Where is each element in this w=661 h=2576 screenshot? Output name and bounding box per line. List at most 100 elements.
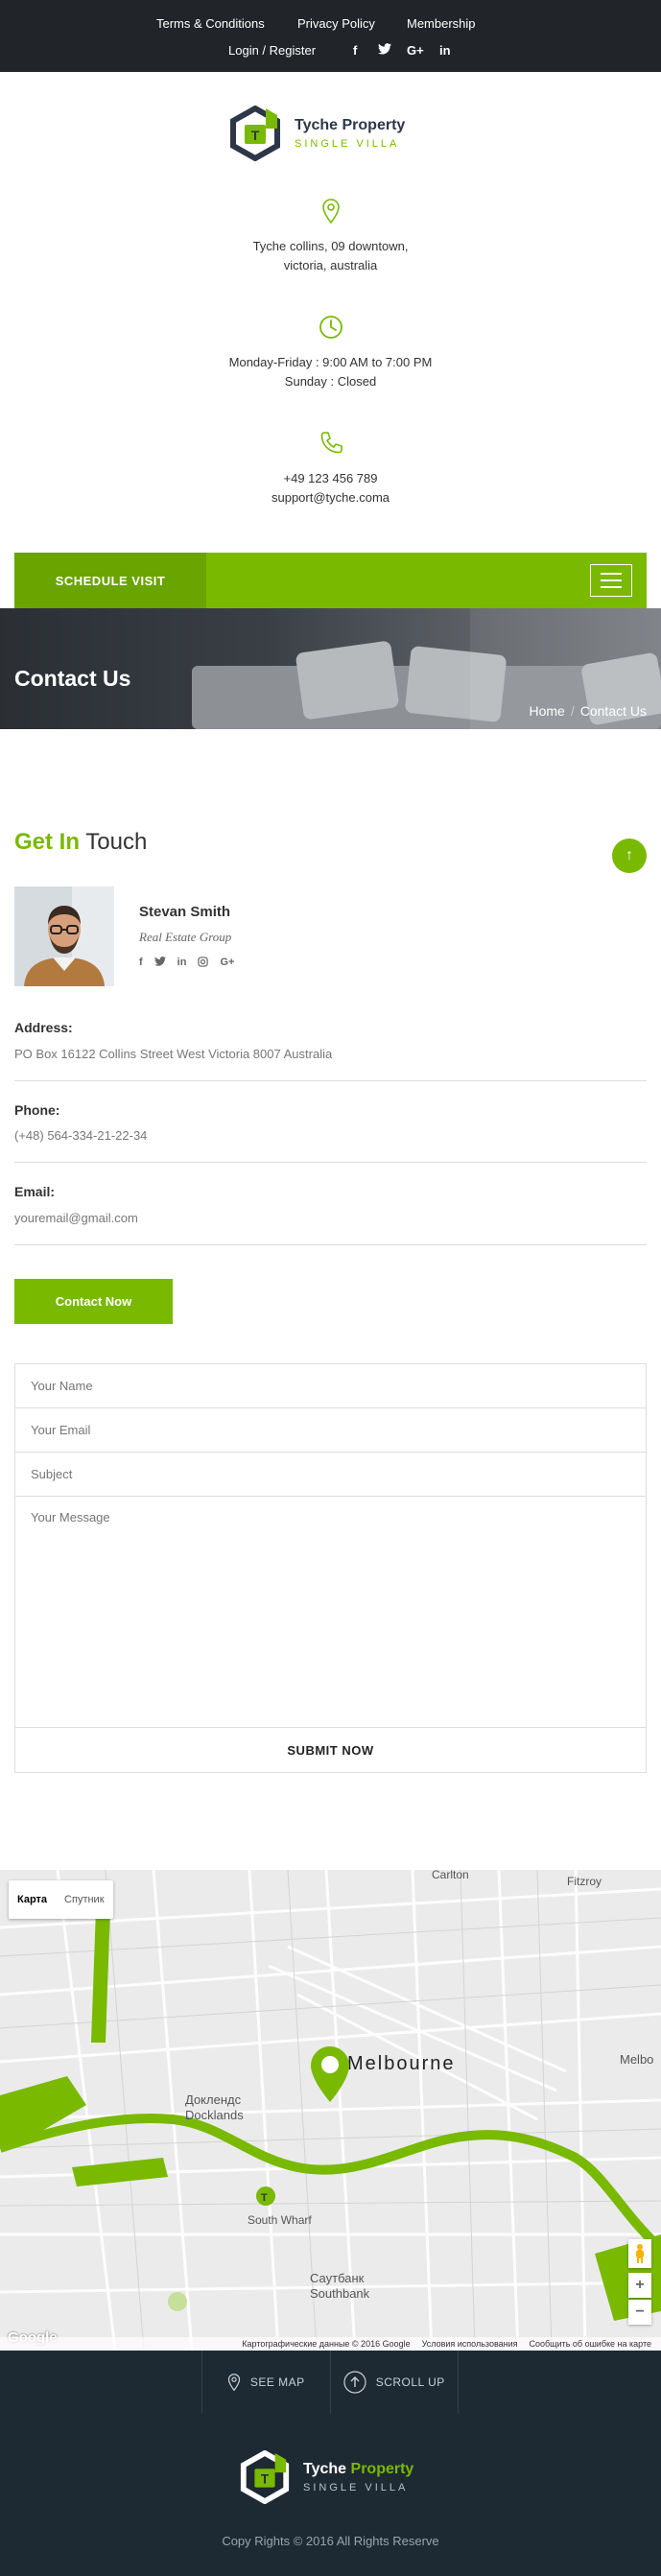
agent-avatar bbox=[14, 886, 114, 986]
scroll-up-button[interactable]: SCROLL UP bbox=[329, 2351, 459, 2414]
scroll-up-label: SCROLL UP bbox=[375, 2375, 445, 2389]
subject-field-wrapper bbox=[15, 1453, 646, 1497]
agent-role: Real Estate Group bbox=[139, 930, 232, 944]
map-tab-satellite[interactable]: Спутник bbox=[56, 1880, 112, 1919]
email-label: Email: bbox=[14, 1184, 56, 1199]
svg-text:T: T bbox=[251, 128, 260, 143]
map-label-melbourne: Melbourne bbox=[347, 2053, 456, 2074]
message-textarea[interactable] bbox=[31, 1510, 646, 1654]
map-label-docklands: Docklands bbox=[185, 2108, 244, 2122]
agent-facebook-icon[interactable]: f bbox=[139, 957, 143, 970]
address-line-2: victoria, australia bbox=[283, 258, 378, 272]
footer-brand-name: Tyche Property bbox=[303, 2461, 414, 2477]
phone-icon bbox=[320, 432, 342, 454]
address-value: PO Box 16122 Collins Street West Victori… bbox=[14, 1047, 333, 1061]
section-title: Get In Touch bbox=[14, 829, 148, 855]
logo-hexagon-icon: T bbox=[240, 2450, 290, 2504]
pillow-image bbox=[295, 640, 400, 721]
top-bar: Terms & Conditions Privacy Policy Member… bbox=[0, 0, 661, 72]
location-pin-icon bbox=[321, 199, 340, 224]
info-email[interactable]: support@tyche.coma bbox=[0, 488, 661, 508]
map-label-melbourne-edge: Melbo bbox=[620, 2052, 654, 2067]
map-label-docklands-ru: Доклендс bbox=[185, 2092, 242, 2107]
brand-tagline: SINGLE VILLA bbox=[295, 138, 400, 150]
submit-button[interactable]: SUBMIT NOW bbox=[15, 1727, 646, 1772]
svg-text:T: T bbox=[261, 2472, 270, 2487]
address-line-1: Tyche collins, 09 downtown, bbox=[252, 239, 409, 253]
location-map[interactable]: T Карта Спутник Carlton Fitzroy Melbourn… bbox=[0, 1870, 661, 2351]
see-map-button[interactable]: SEE MAP bbox=[202, 2351, 330, 2414]
address-block: Tyche collins, 09 downtown, victoria, au… bbox=[0, 199, 661, 275]
divider bbox=[14, 1244, 647, 1245]
map-label-carlton: Carlton bbox=[432, 1870, 469, 1881]
facebook-icon[interactable]: f bbox=[353, 43, 357, 58]
map-data-credit: Картографические данные © 2016 Google bbox=[242, 2339, 411, 2349]
info-phone[interactable]: +49 123 456 789 bbox=[0, 469, 661, 488]
message-field-wrapper bbox=[15, 1497, 646, 1728]
linkedin-icon[interactable]: in bbox=[439, 43, 451, 58]
brand-logo[interactable]: T Tyche Property SINGLE VILLA bbox=[227, 106, 405, 161]
map-label-south-wharf: South Wharf bbox=[248, 2213, 312, 2227]
phone-block: +49 123 456 789 support@tyche.coma bbox=[0, 431, 661, 508]
brand-name: Tyche Property bbox=[295, 117, 406, 133]
breadcrumb-separator: / bbox=[570, 703, 575, 719]
zoom-out-button[interactable]: − bbox=[628, 2300, 651, 2325]
contact-now-button[interactable]: Contact Now bbox=[14, 1279, 173, 1324]
hours-sunday: Sunday : Closed bbox=[284, 374, 377, 389]
clock-icon bbox=[319, 316, 342, 339]
breadcrumb: Home / Contact Us bbox=[530, 703, 648, 719]
agent-name: Stevan Smith bbox=[139, 904, 231, 920]
map-report-link[interactable]: Сообщить об ошибке на карте bbox=[530, 2339, 651, 2349]
footer-nav: SEE MAP SCROLL UP bbox=[201, 2351, 459, 2414]
agent-social-links: f in G+ bbox=[139, 957, 234, 970]
agent-linkedin-icon[interactable]: in bbox=[177, 957, 187, 970]
nav-bar: SCHEDULE VISIT bbox=[14, 553, 647, 608]
email-input[interactable] bbox=[31, 1423, 646, 1437]
schedule-visit-button[interactable]: SCHEDULE VISIT bbox=[14, 553, 206, 608]
hours-block: Monday-Friday : 9:00 AM to 7:00 PM Sunda… bbox=[0, 315, 661, 391]
name-input[interactable] bbox=[31, 1379, 646, 1393]
page-hero: Contact Us Home / Contact Us bbox=[0, 608, 661, 729]
map-type-toggle: Карта Спутник bbox=[9, 1880, 113, 1919]
zoom-in-button[interactable]: + bbox=[628, 2273, 651, 2298]
logo-hexagon-icon: T bbox=[230, 106, 280, 161]
twitter-icon[interactable] bbox=[378, 43, 391, 58]
agent-google-plus-icon[interactable]: G+ bbox=[220, 957, 234, 970]
email-field-wrapper bbox=[15, 1408, 646, 1453]
phone-value[interactable]: (+48) 564-334-21-22-34 bbox=[14, 1128, 147, 1143]
copyright-text: Copy Rights © 2016 All Rights Reserve bbox=[222, 2534, 439, 2548]
address-label: Address: bbox=[14, 1020, 73, 1035]
phone-label: Phone: bbox=[14, 1102, 60, 1118]
page-title: Contact Us bbox=[14, 666, 131, 691]
divider bbox=[14, 1162, 647, 1163]
agent-twitter-icon[interactable] bbox=[153, 957, 166, 970]
login-register-link[interactable]: Login / Register bbox=[228, 43, 316, 58]
contact-form: SUBMIT NOW bbox=[14, 1363, 647, 1773]
breadcrumb-home[interactable]: Home bbox=[530, 703, 565, 719]
street-view-pegman-icon[interactable] bbox=[628, 2239, 651, 2268]
see-map-label: SEE MAP bbox=[249, 2375, 305, 2389]
footer-brand-tagline: SINGLE VILLA bbox=[303, 2482, 409, 2493]
map-label-southbank-ru: Саутбанк bbox=[310, 2271, 365, 2285]
menu-hamburger-icon[interactable] bbox=[590, 564, 632, 597]
map-tab-map[interactable]: Карта bbox=[9, 1880, 56, 1919]
agent-instagram-icon[interactable] bbox=[198, 957, 209, 970]
map-label-southbank: Southbank bbox=[310, 2286, 370, 2301]
map-marker-icon[interactable] bbox=[310, 2045, 350, 2108]
footer-brand-logo[interactable]: T Tyche Property SINGLE VILLA bbox=[238, 2450, 413, 2504]
terms-link[interactable]: Terms & Conditions bbox=[156, 16, 265, 31]
subject-input[interactable] bbox=[31, 1467, 646, 1481]
map-label-fitzroy: Fitzroy bbox=[567, 1875, 602, 1888]
hours-weekdays: Monday-Friday : 9:00 AM to 7:00 PM bbox=[228, 355, 433, 369]
membership-link[interactable]: Membership bbox=[407, 16, 476, 31]
divider bbox=[14, 1080, 647, 1081]
breadcrumb-current: Contact Us bbox=[579, 703, 647, 719]
svg-text:T: T bbox=[261, 2192, 268, 2204]
map-terms-link[interactable]: Условия использования bbox=[422, 2339, 518, 2349]
scroll-top-button[interactable]: ↑ bbox=[612, 839, 647, 873]
privacy-link[interactable]: Privacy Policy bbox=[297, 16, 375, 31]
map-attribution: Картографические данные © 2016 Google Ус… bbox=[0, 2337, 661, 2351]
location-pin-icon bbox=[227, 2374, 240, 2391]
google-plus-icon[interactable]: G+ bbox=[407, 43, 424, 58]
email-value[interactable]: youremail@gmail.com bbox=[14, 1211, 138, 1225]
